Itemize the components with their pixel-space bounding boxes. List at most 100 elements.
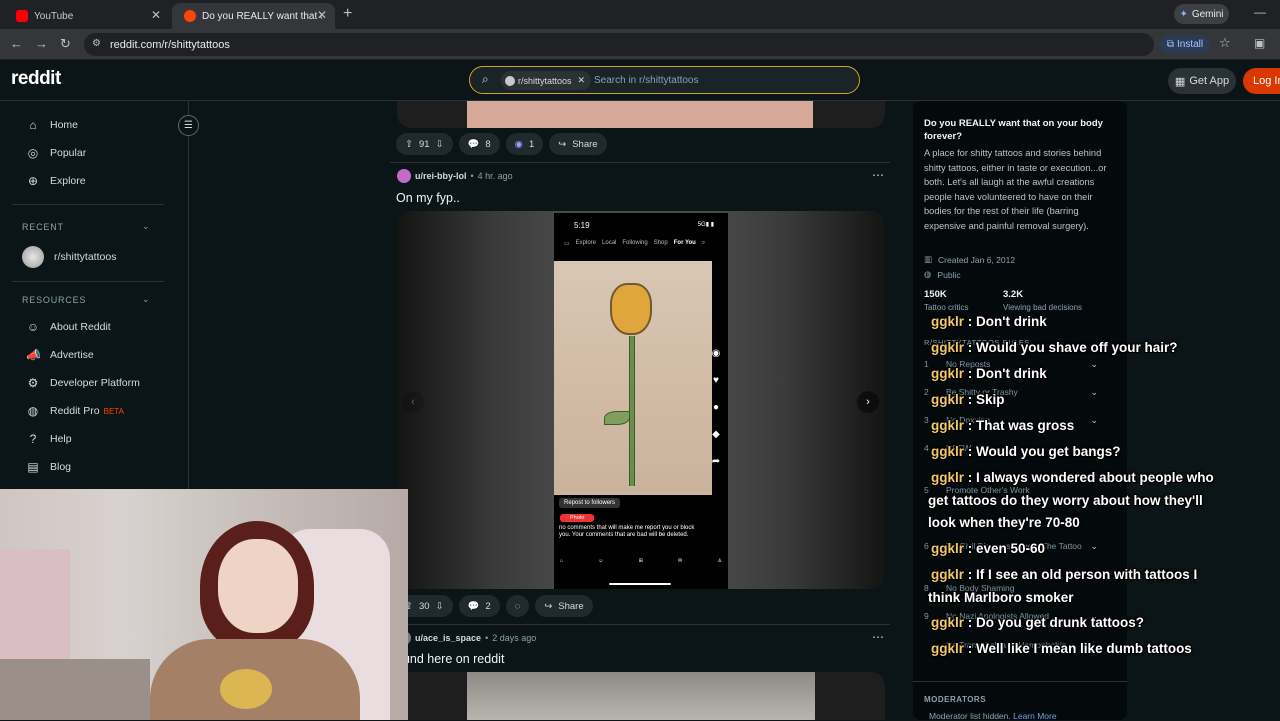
chevron-right-icon: › — [866, 396, 870, 408]
minimize-window-button[interactable]: — — [1254, 5, 1266, 19]
post-options-icon[interactable]: ⋯ — [872, 168, 885, 182]
award-button[interactable]: ◌ — [505, 595, 530, 617]
post-title[interactable]: On my fyp.. — [396, 191, 460, 205]
chip-remove-icon[interactable]: ✕ — [578, 75, 586, 86]
back-arrow-icon[interactable]: ← — [10, 36, 23, 51]
new-tab-button[interactable]: + — [343, 5, 352, 23]
visibility-text: Public — [937, 269, 961, 280]
members-count: 150K — [924, 289, 947, 300]
post-media[interactable]: 5:19 5G▮ ▮ ▭ Explore Local Following Sho… — [397, 211, 885, 589]
chat-message: ggklr : Don't drink — [931, 366, 1047, 381]
phone-inbox-icon: ✉ — [678, 558, 683, 564]
chat-message: ggklr : That was gross — [931, 418, 1075, 433]
close-tab-icon[interactable]: ✕ — [151, 8, 161, 22]
developer-platform-icon: ⚙ — [27, 376, 39, 390]
post-title[interactable]: ound here on reddit — [396, 652, 504, 666]
post-time: 2 days ago — [492, 633, 537, 643]
chat-message: ggklr : Skip — [931, 392, 1005, 407]
post-author[interactable]: u/rei-bby-lol — [415, 171, 467, 181]
comments-button[interactable]: 💬 8 — [458, 133, 500, 155]
share-label: Share — [572, 138, 598, 150]
reload-icon[interactable]: ↻ — [60, 36, 71, 52]
browser-tab-bar: YouTube ✕ Do you REALLY want that on yo … — [0, 0, 1280, 29]
next-post-image[interactable] — [397, 672, 885, 720]
gemini-button[interactable]: ✦ Gemini — [1174, 4, 1229, 24]
tab-reddit[interactable]: Do you REALLY want that on yo ✕ — [172, 3, 335, 29]
menu-icon: ☰ — [184, 120, 193, 131]
downvote-icon[interactable]: ⇩ — [436, 139, 444, 150]
created-text: Created Jan 6, 2012 — [938, 254, 1016, 265]
carousel-prev-button[interactable]: ‹ — [402, 391, 424, 413]
previous-post-image[interactable] — [397, 101, 885, 128]
get-app-button[interactable]: ▦ Get App — [1168, 68, 1236, 94]
cake-icon: ▥ — [924, 254, 933, 264]
share-button[interactable]: ↪ Share — [535, 595, 593, 617]
phone-share-icon: ➦ — [711, 456, 721, 467]
search-subreddit-chip[interactable]: r/shittytattoos ✕ — [501, 71, 592, 90]
carousel-next-button[interactable]: › — [857, 391, 879, 413]
popular-icon: ◎ — [27, 146, 39, 160]
upvote-icon[interactable]: ⇧ — [405, 139, 413, 150]
side-panel-icon[interactable]: ▣ — [1254, 36, 1265, 50]
subreddit-title: Do you REALLY want that on your body for… — [924, 118, 1103, 142]
search-input[interactable] — [594, 72, 844, 89]
share-button[interactable]: ↪ Share — [549, 133, 607, 155]
sidebar-item-label: Explore — [50, 175, 86, 187]
phone-status: 5G▮ ▮ — [697, 222, 714, 228]
resources-heading: RESOURCES — [22, 295, 87, 305]
bookmark-star-icon[interactable]: ☆ — [1219, 35, 1231, 51]
sidebar-item-about-reddit[interactable]: ☺ About Reddit — [26, 320, 111, 334]
sidebar-item-help[interactable]: ? Help — [26, 432, 72, 446]
search-box[interactable]: ⌕ r/shittytattoos ✕ — [469, 66, 860, 94]
youtube-favicon-icon — [16, 10, 28, 22]
sidebar-item-developer-platform[interactable]: ⚙ Developer Platform — [26, 376, 140, 390]
forward-arrow-icon[interactable]: → — [35, 36, 48, 51]
comment-icon: 💬 — [467, 138, 480, 150]
phone-create-icon: ⊞ — [638, 558, 643, 564]
created-date: ▥ Created Jan 6, 2012 — [924, 254, 1015, 265]
phone-comment-icon: ● — [712, 402, 720, 413]
url-bar[interactable]: ⚙ reddit.com/r/shittytattoos — [84, 33, 1154, 56]
vote-control[interactable]: ⇧ 91 ⇩ — [396, 133, 453, 155]
install-app-button[interactable]: ⧉ Install — [1160, 35, 1210, 53]
chevron-down-icon: ⌄ — [142, 294, 151, 304]
award-button[interactable]: ◉ 1 — [505, 133, 544, 155]
reddit-logo[interactable]: reddit — [11, 68, 61, 90]
install-label: Install — [1177, 38, 1204, 50]
subreddit-avatar — [505, 75, 515, 86]
sidebar-item-home[interactable]: ⌂ Home — [26, 118, 78, 132]
sidebar-item-popular[interactable]: ◎ Popular — [26, 146, 86, 160]
site-settings-icon[interactable]: ⚙ — [92, 38, 101, 49]
comments-button[interactable]: 💬 2 — [458, 595, 500, 617]
sidebar-item-label: Advertise — [50, 349, 94, 361]
phone-tab: Shop — [653, 240, 668, 246]
phone-screenshot: 5:19 5G▮ ▮ ▭ Explore Local Following Sho… — [554, 213, 728, 589]
recent-item-shittytattoos[interactable]: r/shittytattoos — [22, 246, 116, 268]
post-divider — [390, 162, 890, 163]
rose-leaf — [604, 411, 630, 425]
chat-message: ggklr : Would you get bangs? — [931, 444, 1121, 459]
collapse-sidebar-button[interactable]: ☰ — [178, 115, 199, 136]
webcam-person-face — [218, 539, 298, 633]
post-author[interactable]: u/ace_is_space — [415, 633, 481, 643]
login-button[interactable]: Log In — [1243, 68, 1280, 94]
downvote-icon[interactable]: ⇩ — [436, 601, 444, 612]
resources-section-toggle[interactable]: RESOURCES ⌄ — [22, 294, 150, 305]
rose-tattoo — [610, 283, 652, 335]
tab-youtube[interactable]: YouTube ✕ — [4, 3, 169, 29]
help-icon: ? — [29, 432, 37, 446]
sidebar-item-advertise[interactable]: 📣 Advertise — [26, 348, 94, 362]
reddit-header: reddit ⌕ r/shittytattoos ✕ ▦ Get App Log… — [0, 60, 1280, 101]
phone-tab: Following — [622, 240, 648, 246]
user-avatar[interactable] — [397, 169, 411, 183]
close-tab-icon[interactable]: ✕ — [317, 8, 327, 22]
chevron-down-icon: ⌄ — [142, 221, 151, 231]
phone-search-icon: ⌕ — [701, 240, 706, 246]
sidebar-item-blog[interactable]: ▤ Blog — [26, 460, 71, 474]
sidebar-item-explore[interactable]: ⊕ Explore — [26, 174, 86, 188]
post-options-icon[interactable]: ⋯ — [872, 630, 885, 644]
phone-profile-tab-icon: ♙ — [717, 558, 722, 564]
recent-section-toggle[interactable]: RECENT ⌄ — [22, 221, 150, 232]
beta-badge: BETA — [103, 407, 124, 416]
sidebar-item-reddit-pro[interactable]: ◍ Reddit Pro BETA — [26, 404, 124, 418]
